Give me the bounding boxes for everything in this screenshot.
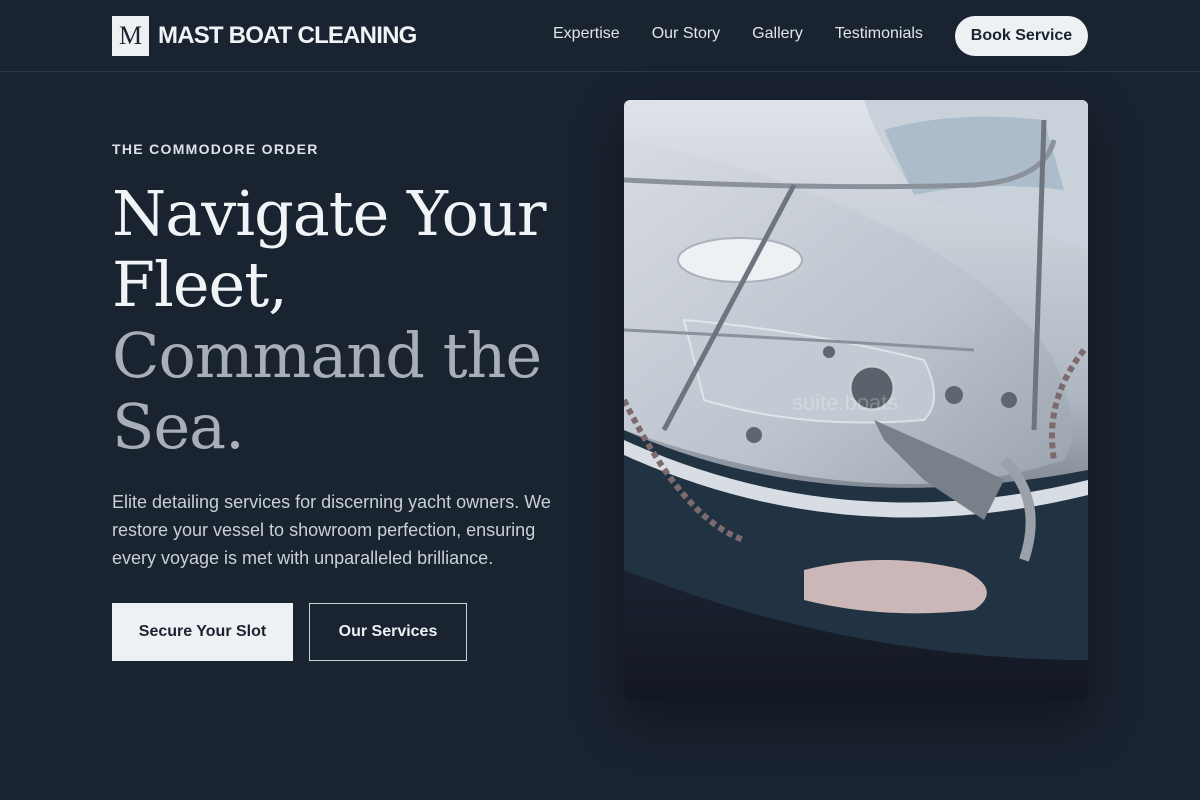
nav-link-expertise[interactable]: Expertise <box>553 24 620 44</box>
logo-mark: M <box>112 16 149 56</box>
main-nav: Expertise Our Story Gallery Testimonials <box>553 24 955 44</box>
brand-name: MAST BOAT CLEANING <box>158 22 417 49</box>
our-services-button[interactable]: Our Services <box>309 603 467 661</box>
hero-eyebrow: THE COMMODORE ORDER <box>112 141 319 157</box>
nav-link-testimonials[interactable]: Testimonials <box>835 24 923 44</box>
nav-link-our-story[interactable]: Our Story <box>652 24 720 44</box>
headline-line-2: Command the Sea. <box>112 319 542 463</box>
hero-boat-image: suite.boats <box>624 100 1088 700</box>
brand-logo[interactable]: M MAST BOAT CLEANING <box>112 16 417 56</box>
hero-headline: Navigate Your Fleet, Command the Sea. <box>112 178 592 462</box>
hero-description: Elite detailing services for discerning … <box>112 492 551 568</box>
book-service-button[interactable]: Book Service <box>955 16 1088 56</box>
secure-slot-button[interactable]: Secure Your Slot <box>112 603 293 661</box>
site-header: M MAST BOAT CLEANING Expertise Our Story… <box>0 0 1200 72</box>
image-watermark: suite.boats <box>792 390 899 415</box>
nav-link-gallery[interactable]: Gallery <box>752 24 803 44</box>
headline-line-1: Navigate Your Fleet, <box>112 177 546 321</box>
